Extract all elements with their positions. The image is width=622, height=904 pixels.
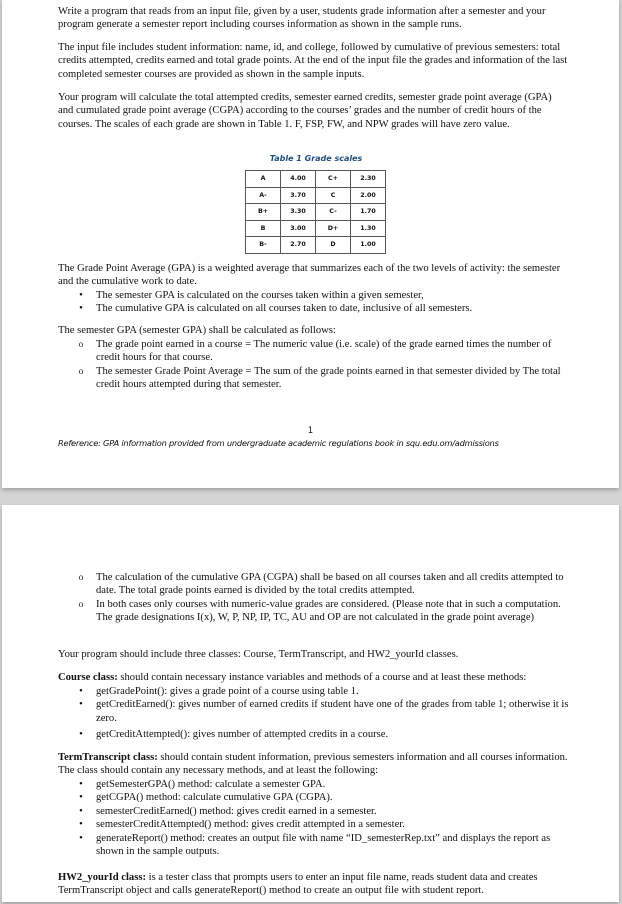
list-item: • semesterCreditEarned() method: gives cr… [58, 805, 569, 818]
scale-cell: 3.70 [280, 186, 316, 204]
grade-cell: C+ [315, 170, 351, 188]
list-item: • getCGPA() method: calculate cumulative … [58, 791, 569, 804]
reference-note: Reference: GPA information provided from… [58, 438, 499, 448]
bullet-icon: • [79, 792, 83, 804]
list-item: • semesterCreditAttempted() method: gives… [58, 818, 569, 831]
grade-cell: A [245, 170, 281, 188]
table-row: A 4.00 C+ 2.30 [245, 170, 386, 188]
bullet-icon: • [79, 290, 83, 301]
semester-gpa-heading: The semester GPA (semester GPA) shall be… [58, 325, 336, 336]
term-transcript-methods-list: • getSemesterGPA() method: calculate a se… [58, 778, 569, 858]
table-row: B- 2.70 D 1.00 [245, 236, 386, 254]
scale-cell: 3.00 [280, 219, 316, 237]
bullet-icon: • [79, 686, 83, 697]
circle-bullet-icon: o [78, 572, 84, 582]
page-number: 1 [307, 426, 314, 436]
grade-cell: D [315, 236, 351, 254]
table-row: B+ 3.30 C- 1.70 [245, 203, 386, 221]
gpa-bullet-list: • The semester GPA is calculated on the c… [58, 289, 569, 316]
table-row: A- 3.70 C 2.00 [245, 186, 386, 204]
scale-cell: 2.30 [350, 170, 386, 188]
term-transcript-class-title: TermTranscript class: [58, 752, 158, 763]
course-class-title: Course class: [58, 672, 118, 683]
table-row: B 3.00 D+ 1.30 [245, 219, 386, 237]
circle-bullet-icon: o [78, 339, 84, 349]
term-transcript-class-description: TermTranscript class: should contain stu… [58, 752, 568, 777]
bullet-icon: • [79, 729, 83, 741]
list-item: o In both cases only courses with numeric… [58, 598, 569, 625]
course-class-description: Course class: should contain necessary i… [58, 672, 527, 683]
list-item: • getCreditAttempted(): gives number of a… [58, 728, 569, 741]
scale-cell: 4.00 [280, 170, 316, 188]
list-item: • getCreditEarned(): gives number of earn… [58, 698, 569, 725]
table-caption: Table 1 Grade scales [269, 154, 363, 163]
list-item: • generateReport() method: creates an out… [58, 832, 569, 859]
course-methods-list: • getGradePoint(): gives a grade point of… [58, 685, 569, 742]
grade-cell: B- [245, 236, 281, 254]
list-item: • The cumulative GPA is calculated on all… [58, 302, 569, 315]
grade-cell: C- [315, 203, 351, 221]
grade-cell: B [245, 219, 281, 237]
calculation-paragraph: Your program will calculate the total at… [58, 92, 552, 130]
input-file-paragraph: The input file includes student informat… [58, 42, 568, 80]
list-item: o The calculation of the cumulative GPA (… [58, 571, 569, 598]
scale-cell: 1.30 [350, 219, 386, 237]
circle-bullet-icon: o [78, 598, 84, 609]
scale-cell: 1.00 [350, 236, 386, 254]
list-item: • The semester GPA is calculated on the c… [58, 289, 569, 302]
scale-cell: 2.00 [350, 186, 386, 204]
bullet-icon: • [79, 819, 83, 831]
classes-intro: Your program should include three classe… [58, 649, 459, 660]
list-item: • getGradePoint(): gives a grade point of… [58, 685, 569, 698]
bullet-icon: • [79, 699, 83, 711]
scale-cell: 1.70 [350, 203, 386, 221]
list-item: • getSemesterGPA() method: calculate a se… [58, 778, 569, 791]
grade-cell: C [315, 186, 351, 204]
hw2-class-description: HW2_yourId class: is a tester class that… [58, 872, 538, 897]
hw2-class-title: HW2_yourId class: [58, 872, 146, 883]
intro-paragraph: Write a program that reads from an input… [58, 6, 546, 31]
scale-cell: 2.70 [280, 236, 316, 254]
cgpa-list: o The calculation of the cumulative GPA (… [58, 571, 569, 625]
bullet-icon: • [79, 779, 83, 790]
gpa-paragraph: The Grade Point Average (GPA) is a weigh… [58, 263, 561, 288]
scale-cell: 3.30 [280, 203, 316, 221]
grade-cell: B+ [245, 203, 281, 221]
list-item: o The grade point earned in a course = Th… [58, 338, 569, 365]
circle-bullet-icon: o [78, 365, 84, 376]
bullet-icon: • [79, 805, 83, 817]
grade-cell: A- [245, 186, 281, 204]
document-page-2: o The calculation of the cumulative GPA (… [2, 505, 619, 902]
semester-gpa-list: o The grade point earned in a course = Th… [58, 338, 569, 392]
bullet-icon: • [79, 303, 83, 315]
grade-scales-table: A 4.00 C+ 2.30 A- 3.70 C 2.00 B+ 3.30 C-… [245, 170, 386, 254]
list-item: o The semester Grade Point Average = The … [58, 365, 569, 392]
document-page-1: Write a program that reads from an input… [2, 0, 619, 488]
bullet-icon: • [79, 832, 83, 844]
grade-cell: D+ [315, 219, 351, 237]
